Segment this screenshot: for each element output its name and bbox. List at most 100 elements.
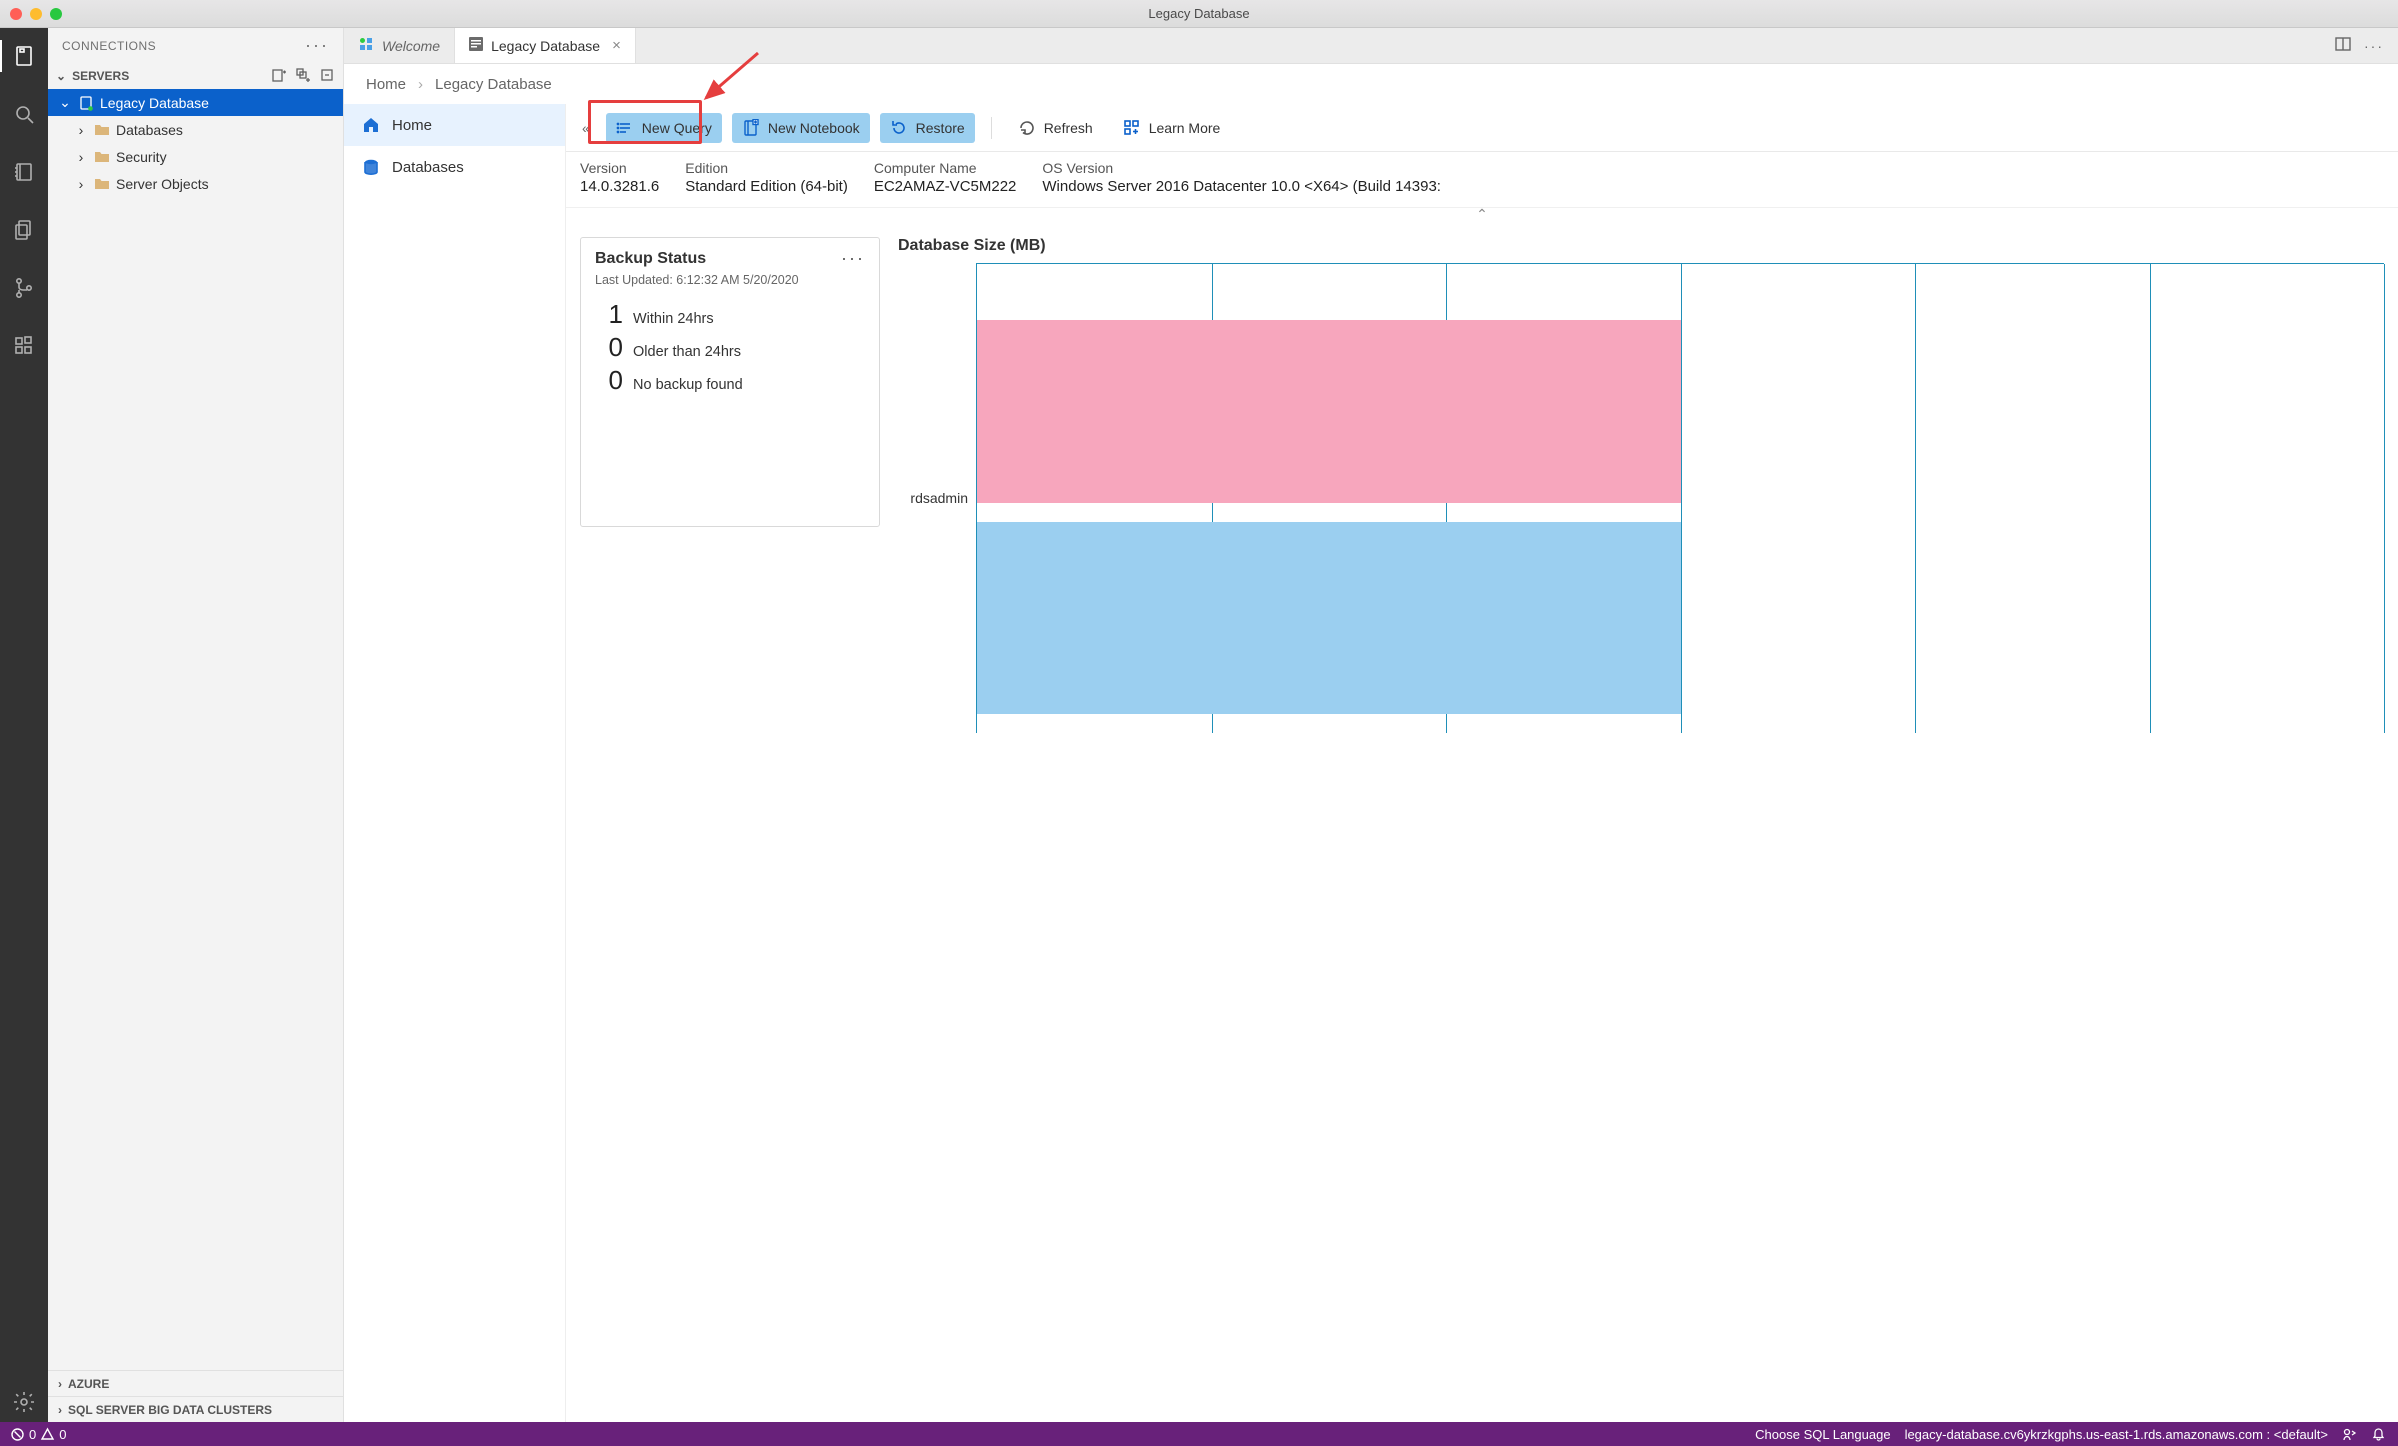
status-bell-icon[interactable] — [2371, 1427, 2386, 1442]
dashboard-main: « New Query New Notebook Restore — [566, 104, 2398, 1422]
tab-welcome[interactable]: Welcome — [344, 28, 455, 63]
activity-source-control[interactable] — [0, 268, 48, 308]
chevron-right-icon: › — [58, 1403, 62, 1417]
refresh-button[interactable]: Refresh — [1008, 113, 1103, 143]
chart-ylabel: rdsadmin — [898, 263, 976, 733]
backup-label: Within 24hrs — [633, 311, 714, 327]
info-computer: Computer Name EC2AMAZ-VC5M222 — [874, 160, 1017, 195]
traffic-close[interactable] — [10, 8, 22, 20]
sidebar-title: CONNECTIONS — [62, 39, 156, 53]
dashboard-icon — [469, 37, 483, 54]
tree-row-security[interactable]: › Security — [48, 143, 343, 170]
info-os-label: OS Version — [1042, 160, 1441, 176]
info-edition: Edition Standard Edition (64-bit) — [685, 160, 848, 195]
chart-gridline — [2150, 264, 2151, 733]
leftnav-databases[interactable]: Databases — [344, 146, 565, 188]
new-group-icon[interactable] — [295, 67, 311, 86]
info-edition-label: Edition — [685, 160, 848, 176]
split-editor-icon[interactable] — [2334, 35, 2352, 56]
section-servers[interactable]: ⌄ SERVERS — [48, 63, 343, 89]
section-bigdata[interactable]: › SQL SERVER BIG DATA CLUSTERS — [48, 1396, 343, 1422]
database-icon — [362, 158, 380, 176]
section-bigdata-label: SQL SERVER BIG DATA CLUSTERS — [68, 1403, 272, 1417]
window-title: Legacy Database — [0, 6, 2398, 21]
new-query-label: New Query — [642, 120, 712, 136]
chart-bar-segment — [977, 320, 1681, 503]
status-feedback-icon[interactable] — [2342, 1427, 2357, 1442]
new-connection-icon[interactable] — [271, 67, 287, 86]
status-error-count: 0 — [29, 1427, 36, 1442]
chevron-right-icon: › — [74, 149, 88, 165]
chart-gridline — [1681, 264, 1682, 733]
sidebar-header: CONNECTIONS ··· — [48, 28, 343, 63]
card-more-icon[interactable]: ··· — [841, 248, 865, 269]
tab-legacy-database[interactable]: Legacy Database × — [455, 28, 636, 63]
tab-welcome-label: Welcome — [382, 38, 440, 54]
info-version-value: 14.0.3281.6 — [580, 178, 659, 195]
backup-count: 1 — [605, 299, 623, 330]
sidebar: CONNECTIONS ··· ⌄ SERVERS ⌄ Legacy Datab… — [48, 28, 344, 1422]
info-os-value: Windows Server 2016 Datacenter 10.0 <X64… — [1042, 178, 1441, 195]
leftnav-home-label: Home — [392, 117, 432, 134]
section-azure[interactable]: › AZURE — [48, 1370, 343, 1396]
status-warning-count: 0 — [59, 1427, 66, 1442]
tree-row-server-objects[interactable]: › Server Objects — [48, 170, 343, 197]
activity-explorer[interactable] — [0, 210, 48, 250]
backup-label: Older than 24hrs — [633, 344, 741, 360]
chart-bar-segment — [977, 522, 1681, 714]
leftnav-databases-label: Databases — [392, 159, 464, 176]
toolbar-divider — [991, 117, 992, 139]
close-icon[interactable]: × — [612, 37, 621, 54]
chevron-down-icon: ⌄ — [56, 69, 66, 83]
tab-legacy-label: Legacy Database — [491, 38, 600, 54]
status-connection[interactable]: legacy-database.cv6ykrzkgphs.us-east-1.r… — [1905, 1427, 2328, 1442]
dashboard-widgets: Backup Status ··· Last Updated: 6:12:32 … — [566, 223, 2398, 1422]
leftnav-home[interactable]: Home — [344, 104, 565, 146]
backup-label: No backup found — [633, 377, 743, 393]
info-version-label: Version — [580, 160, 659, 176]
activity-search[interactable] — [0, 94, 48, 134]
activity-notebooks[interactable] — [0, 152, 48, 192]
editor-area: Welcome Legacy Database × ··· Home › Leg… — [344, 28, 2398, 1422]
traffic-zoom[interactable] — [50, 8, 62, 20]
learn-more-button[interactable]: Learn More — [1113, 113, 1231, 143]
database-size-card: Database Size (MB) rdsadmin — [898, 237, 2384, 1408]
backup-count: 0 — [605, 332, 623, 363]
breadcrumb-home[interactable]: Home — [366, 76, 406, 93]
chevron-down-icon: ⌄ — [58, 94, 72, 111]
collapse-info-icon[interactable]: ⌃ — [566, 206, 2398, 223]
chart-gridline — [1915, 264, 1916, 733]
workbench: CONNECTIONS ··· ⌄ SERVERS ⌄ Legacy Datab… — [0, 28, 2398, 1422]
backup-status-card: Backup Status ··· Last Updated: 6:12:32 … — [580, 237, 880, 527]
server-tree: ⌄ Legacy Database › Databases › Security… — [48, 89, 343, 197]
info-edition-value: Standard Edition (64-bit) — [685, 178, 848, 195]
traffic-minimize[interactable] — [30, 8, 42, 20]
backup-row: 0No backup found — [605, 365, 865, 396]
editor-more-icon[interactable]: ··· — [2364, 38, 2384, 54]
folder-icon — [94, 149, 110, 165]
new-query-button[interactable]: New Query — [606, 113, 722, 143]
chevron-right-icon: › — [418, 76, 423, 93]
activity-extensions[interactable] — [0, 326, 48, 366]
restore-button[interactable]: Restore — [880, 113, 975, 143]
breadcrumb-target[interactable]: Legacy Database — [435, 76, 552, 93]
backup-title: Backup Status — [595, 250, 706, 268]
servers-collapse-icon[interactable] — [319, 67, 335, 86]
activity-settings[interactable] — [0, 1382, 48, 1422]
status-problems[interactable]: 0 0 — [10, 1427, 66, 1442]
tree-row-server[interactable]: ⌄ Legacy Database — [48, 89, 343, 116]
section-servers-label: SERVERS — [72, 69, 129, 83]
server-icon — [78, 95, 94, 111]
tree-row-databases[interactable]: › Databases — [48, 116, 343, 143]
chart-title: Database Size (MB) — [898, 237, 2384, 255]
chevron-right-icon: › — [74, 176, 88, 192]
sidebar-more-icon[interactable]: ··· — [305, 35, 329, 56]
new-notebook-button[interactable]: New Notebook — [732, 113, 870, 143]
editor-tabs: Welcome Legacy Database × ··· — [344, 28, 2398, 64]
collapse-leftnav-icon[interactable]: « — [576, 120, 596, 136]
info-version: Version 14.0.3281.6 — [580, 160, 659, 195]
tree-server-objects-label: Server Objects — [116, 176, 209, 192]
status-choose-language[interactable]: Choose SQL Language — [1755, 1427, 1890, 1442]
activity-connections[interactable] — [0, 36, 48, 76]
restore-label: Restore — [916, 120, 965, 136]
